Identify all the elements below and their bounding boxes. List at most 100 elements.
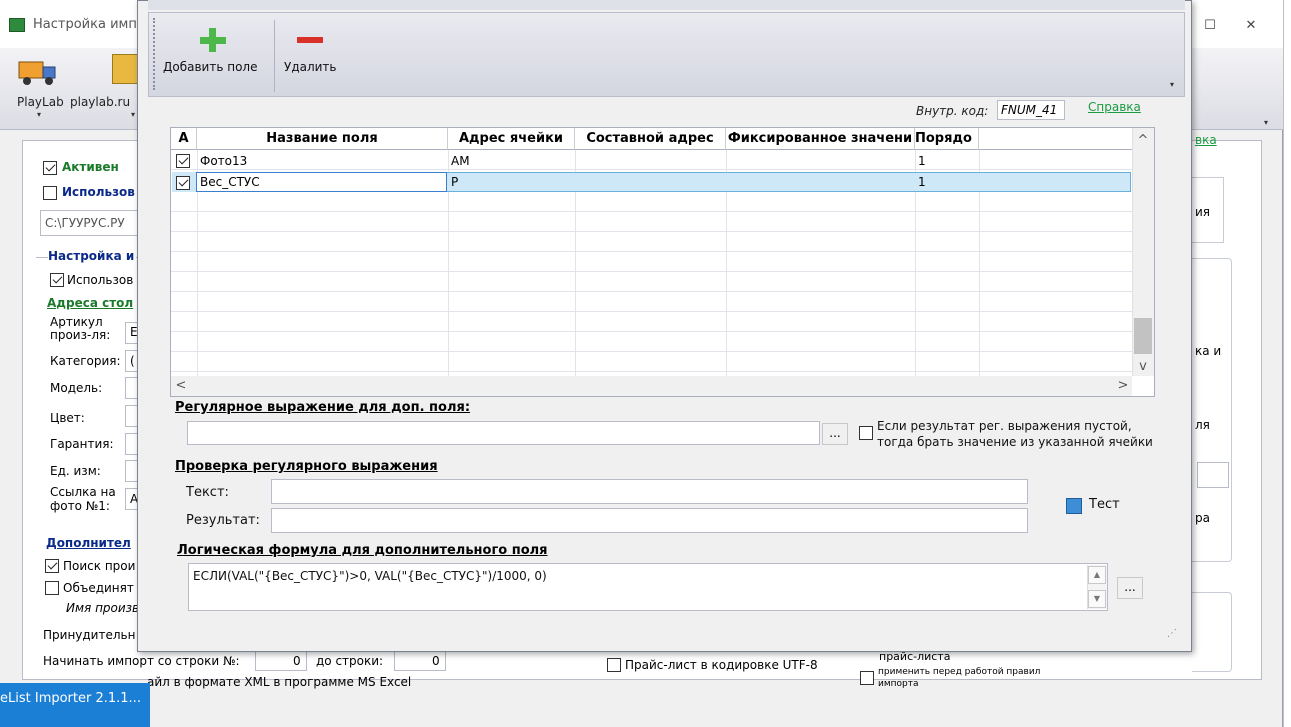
link-tail[interactable]: вка [1195, 133, 1217, 147]
scroll-right-icon[interactable]: > [1114, 377, 1132, 395]
merge-label: Объединят [63, 581, 134, 595]
row-cell-address[interactable]: AM [449, 151, 573, 171]
column-header-order[interactable]: Порядо [915, 128, 979, 150]
main-window-title: Настройка имп [33, 17, 137, 32]
row-active-checkbox[interactable] [176, 175, 190, 190]
help-link[interactable]: Справка [1088, 100, 1141, 114]
column-header-field-name[interactable]: Название поля [197, 128, 448, 150]
table-row[interactable] [171, 232, 1132, 252]
field-value-category: ( [130, 354, 135, 368]
right-edge-strip [1283, 0, 1291, 727]
field-label-article: Артикул произ-ля: [50, 315, 111, 342]
delete-button[interactable]: Удалить [284, 60, 337, 74]
apply-label: применить перед работой правил импорта [878, 667, 1041, 689]
plus-icon[interactable] [200, 28, 226, 52]
scroll-up-icon[interactable]: ▲ [1088, 566, 1106, 584]
row-order[interactable]: 1 [916, 172, 976, 192]
search-label: Поиск прои [63, 559, 136, 573]
close-icon[interactable]: ✕ [1236, 16, 1266, 36]
table-row[interactable] [171, 272, 1132, 292]
active-checkbox[interactable] [43, 160, 57, 175]
chevron-down-icon[interactable]: ▾ [37, 110, 41, 119]
test-button[interactable]: Тест [1089, 497, 1120, 512]
table-row[interactable] [171, 212, 1132, 232]
resize-grip-icon[interactable]: ⋰ [1167, 628, 1177, 639]
path-value: C:\ГУУРУС.РУ [45, 216, 125, 230]
formula-browse-button[interactable]: ... [1117, 577, 1143, 599]
utf8-label: Прайс-лист в кодировке UTF-8 [625, 658, 818, 672]
table-row[interactable] [171, 192, 1132, 212]
use-label-2: Использов [67, 273, 134, 287]
row-field-name[interactable]: Вес_СТУС [198, 172, 446, 192]
row-order[interactable]: 1 [916, 151, 976, 171]
result-label: Результат: [186, 513, 260, 528]
internal-code-label: Внутр. код: [916, 104, 989, 118]
table-row[interactable] [171, 352, 1132, 372]
toolbar-grip[interactable] [153, 18, 157, 90]
search-checkbox[interactable] [45, 558, 59, 573]
right-input[interactable] [1197, 462, 1229, 488]
add-field-button[interactable]: Добавить поле [163, 60, 257, 74]
taskbar-label: eList Importer 2.1.1... [0, 691, 141, 706]
app-icon [9, 18, 25, 32]
internal-code-input[interactable]: FNUM_41 [997, 100, 1065, 120]
regex-browse-button[interactable]: ... [822, 423, 848, 445]
row-cell-address[interactable]: P [449, 172, 573, 192]
regex-empty-checkbox[interactable] [859, 425, 873, 440]
table-row[interactable] [171, 252, 1132, 272]
toolbar-playlab-ru-label[interactable]: playlab.ru [70, 95, 130, 109]
utf8-checkbox[interactable] [607, 657, 621, 672]
scroll-down-icon[interactable]: ▼ [1088, 590, 1106, 608]
right-text-4: ра [1195, 511, 1210, 525]
scrollbar-thumb[interactable] [1134, 318, 1152, 354]
table-row[interactable] [171, 332, 1132, 352]
restore-icon[interactable]: ☐ [1195, 16, 1225, 36]
grid-horizontal-scrollbar[interactable] [171, 376, 1132, 396]
toolbar-playlab-label[interactable]: PlayLab [17, 95, 64, 109]
minus-icon[interactable] [297, 37, 323, 43]
use-checkbox[interactable] [43, 185, 57, 200]
site-icon [112, 54, 140, 84]
chevron-down-icon[interactable]: ▾ [1170, 80, 1174, 89]
regex-section-title: Регулярное выражение для доп. поля: [175, 400, 471, 415]
field-label-photo: Ссылка на фото №1: [50, 485, 116, 513]
test-icon[interactable] [1066, 498, 1082, 514]
use-label: Использов [62, 185, 135, 199]
dialog-top-strip [148, 0, 1185, 10]
scroll-down-icon[interactable]: v [1134, 358, 1152, 376]
regex-check-title: Проверка регулярного выражения [175, 459, 438, 474]
to-row-value: 0 [432, 654, 440, 668]
right-group-box-3 [1192, 592, 1232, 672]
settings-group-title: Настройка и [48, 249, 137, 263]
to-row-label: до строки: [316, 654, 384, 668]
right-text-1: ия [1195, 205, 1211, 219]
row-field-name[interactable]: Фото13 [198, 151, 446, 171]
formula-value[interactable]: ЕСЛИ(VAL("{Вес_СТУС}")>0, VAL("{Вес_СТУС… [193, 569, 547, 583]
table-row[interactable] [171, 312, 1132, 332]
field-label-unit: Ед. изм: [50, 464, 101, 478]
merge-checkbox[interactable] [45, 580, 59, 595]
column-header-cell-address[interactable]: Адрес ячейки [448, 128, 575, 150]
formula-section-title: Логическая формула для дополнительного п… [177, 543, 548, 558]
apply-checkbox[interactable] [860, 670, 874, 685]
field-label-model: Модель: [50, 381, 103, 395]
regex-input[interactable] [187, 421, 820, 445]
right-text-2: ка и [1195, 344, 1222, 358]
scroll-up-icon[interactable]: ^ [1134, 132, 1152, 150]
start-row-value: 0 [293, 654, 301, 668]
scroll-left-icon[interactable]: < [172, 377, 190, 395]
row-active-checkbox[interactable] [176, 153, 190, 168]
test-text-input[interactable] [271, 479, 1028, 504]
use-checkbox-2[interactable] [50, 272, 64, 287]
table-row[interactable] [171, 292, 1132, 312]
chevron-down-icon[interactable]: ▾ [1264, 118, 1268, 127]
truck-icon [18, 61, 56, 85]
column-header-composite-address[interactable]: Составной адрес [575, 128, 726, 150]
force-label: Принудительн [43, 628, 136, 642]
regex-empty-label: Если результат рег. выражения пустой, то… [877, 419, 1153, 449]
column-header-fixed-value[interactable]: Фиксированное значени [726, 128, 915, 150]
test-result-input[interactable] [271, 508, 1028, 533]
column-header-active[interactable]: А [171, 128, 197, 150]
chevron-down-icon[interactable]: ▾ [131, 110, 135, 119]
toolbar-separator [274, 20, 275, 92]
